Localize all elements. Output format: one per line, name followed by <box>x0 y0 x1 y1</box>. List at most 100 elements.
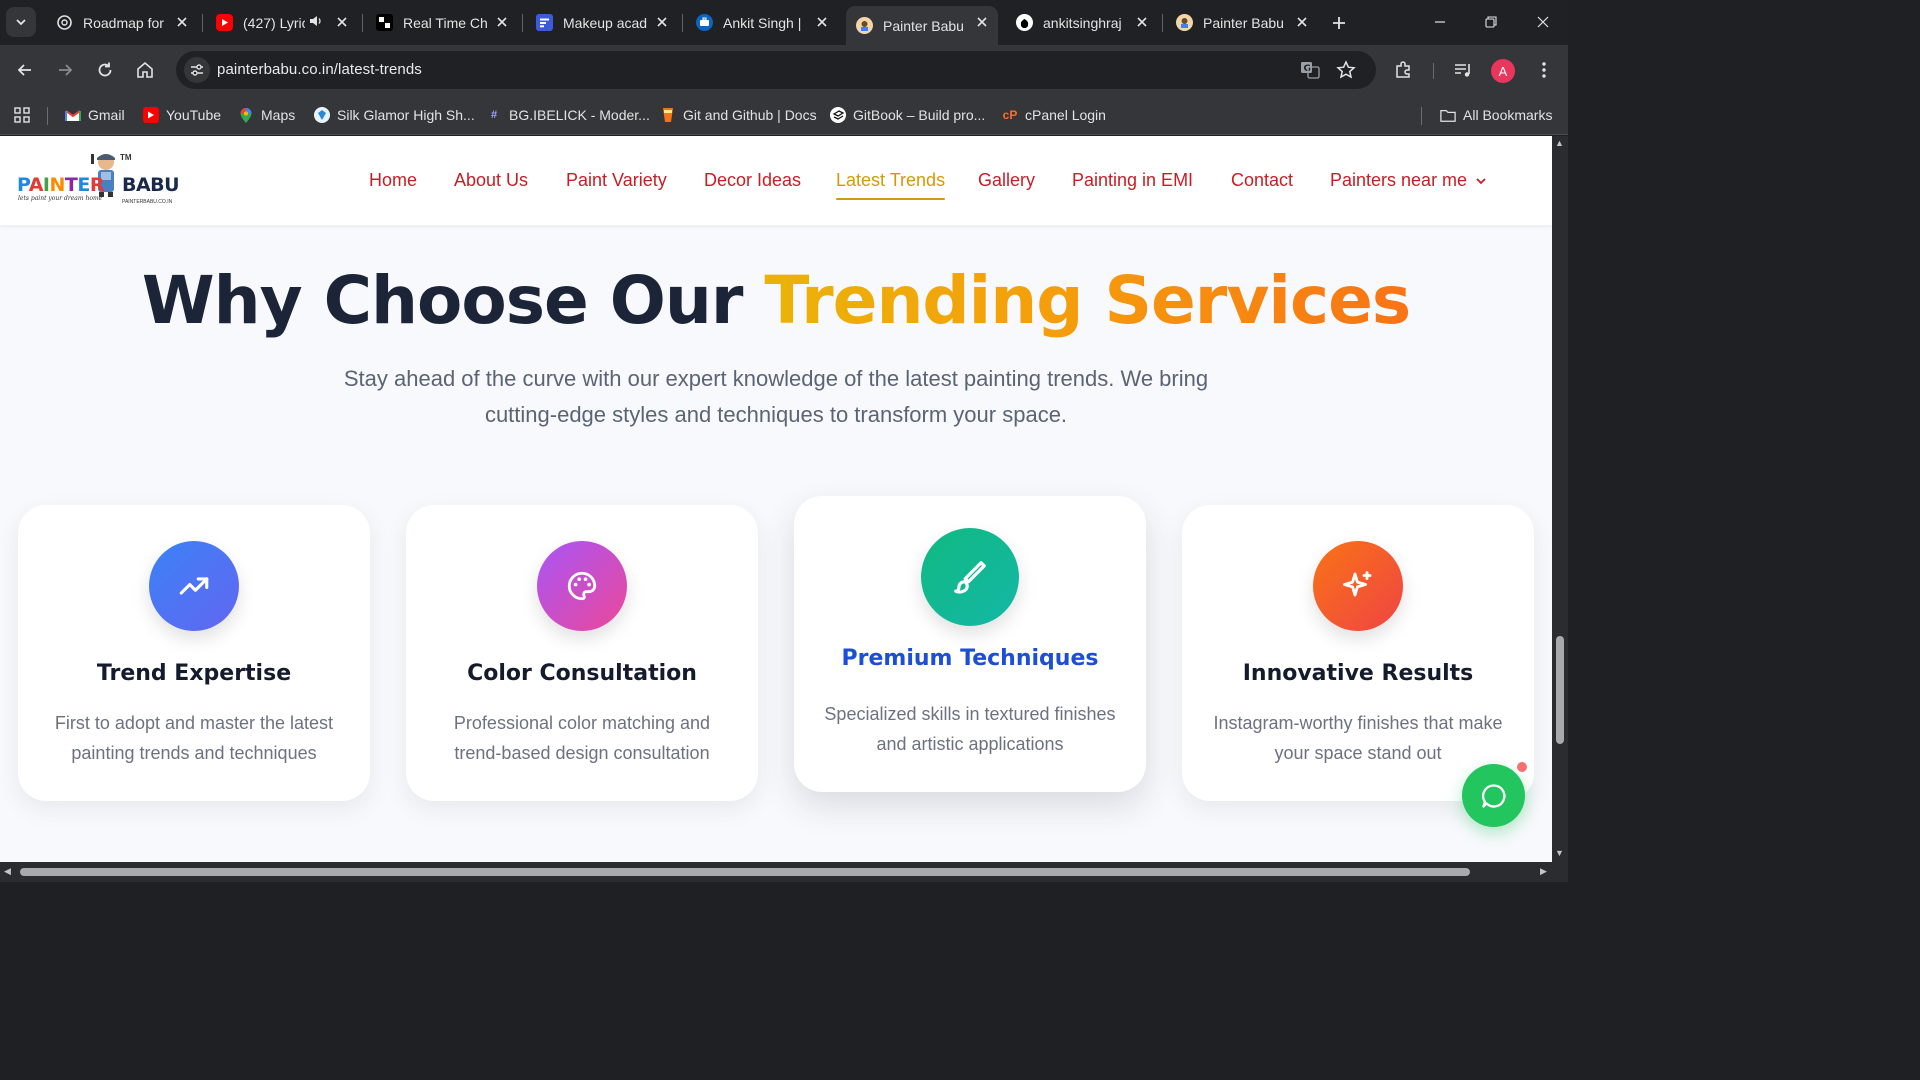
card-title: Premium Techniques <box>841 646 1099 671</box>
tab-ankit[interactable]: Ankit Singh | <box>686 6 838 39</box>
close-icon[interactable] <box>654 14 670 30</box>
vertical-scroll-thumb[interactable] <box>1556 636 1564 744</box>
new-tab-button[interactable] <box>1326 10 1352 36</box>
bookmark-gmail[interactable]: Gmail <box>65 104 125 126</box>
site-info-button[interactable] <box>184 57 210 83</box>
tab-youtube[interactable]: (427) Lyric <box>206 6 358 39</box>
tab-roadmap[interactable]: Roadmap for <box>46 6 198 39</box>
browser-toolbar: painterbabu.co.in/latest-trends G A <box>0 45 1568 95</box>
tab-painterbabu-active[interactable]: Painter Babu <box>846 6 998 45</box>
nav-latest-trends[interactable]: Latest Trends <box>836 170 946 200</box>
close-icon[interactable] <box>494 14 510 30</box>
tab-makeup[interactable]: Makeup acad <box>526 6 678 39</box>
speaker-icon[interactable] <box>309 14 323 31</box>
close-window-button[interactable] <box>1523 8 1563 36</box>
close-icon <box>1537 16 1549 28</box>
close-icon[interactable] <box>974 14 990 30</box>
section-title: Why Choose Our Trending Services <box>0 262 1552 339</box>
arrow-right-icon <box>59 64 73 76</box>
horizontal-scrollbar[interactable]: ◀ ▶ <box>0 862 1568 882</box>
close-icon[interactable] <box>1134 14 1150 30</box>
bookmark-maps[interactable]: Maps <box>238 104 295 126</box>
bookmark-git-github[interactable]: Git and Github | Docs <box>660 104 817 126</box>
trending-up-icon <box>149 541 239 631</box>
scroll-up-icon[interactable]: ▲ <box>1555 138 1564 148</box>
translate-icon[interactable]: G <box>1300 60 1320 80</box>
extensions-button[interactable] <box>1389 56 1417 84</box>
apps-grid-icon <box>14 107 30 123</box>
folder-icon <box>1440 107 1456 123</box>
svg-text:G: G <box>1304 64 1311 74</box>
nav-decor-ideas[interactable]: Decor Ideas <box>704 170 801 191</box>
vertical-scrollbar[interactable]: ▲ ▼ <box>1552 136 1568 862</box>
card-description: Professional color matching and trend-ba… <box>453 713 711 763</box>
bookmark-gitbook[interactable]: GitBook – Build pro... <box>830 104 985 126</box>
painterbabu-logo[interactable]: TM PAINTER BABU lets paint your dream ho… <box>14 150 180 212</box>
feature-card-premium-techniques[interactable]: Premium Techniques Specialized skills in… <box>794 496 1146 792</box>
scroll-right-icon[interactable]: ▶ <box>1540 866 1547 877</box>
forms-icon <box>536 14 553 31</box>
bookmark-youtube[interactable]: YouTube <box>143 104 221 126</box>
minimize-button[interactable] <box>1420 8 1460 36</box>
close-icon[interactable] <box>1294 14 1310 30</box>
tab-github[interactable]: ankitsinghraj <box>1006 6 1158 39</box>
tab-divider <box>362 14 363 32</box>
bookmark-label: Git and Github | Docs <box>683 107 817 123</box>
tab-title: Painter Babu <box>1203 14 1284 31</box>
chat-button[interactable] <box>1462 764 1525 827</box>
tab-title: Ankit Singh | <box>723 14 802 31</box>
tab-title: ankitsinghraj <box>1043 14 1122 31</box>
nav-about-us[interactable]: About Us <box>454 170 528 191</box>
address-bar[interactable]: painterbabu.co.in/latest-trends G <box>176 51 1376 89</box>
close-icon[interactable] <box>814 14 830 30</box>
arrow-left-icon <box>17 64 31 76</box>
reload-icon <box>98 62 112 77</box>
media-control-button[interactable] <box>1449 56 1477 84</box>
nav-painters-near-me-label: Painters near me <box>1330 170 1468 190</box>
nav-gallery[interactable]: Gallery <box>978 170 1035 191</box>
maps-icon <box>238 107 254 123</box>
tune-icon <box>191 64 203 76</box>
scroll-left-icon[interactable]: ◀ <box>4 866 11 877</box>
tab-strip: Roadmap for (427) Lyric Real Time Ch Mak… <box>0 0 1568 45</box>
logo-tagline: lets paint your dream home <box>18 195 103 202</box>
bookmark-silk-glamor[interactable]: Silk Glamor High Sh... <box>314 104 475 126</box>
close-icon[interactable] <box>174 14 190 30</box>
profile-avatar[interactable]: A <box>1491 59 1515 83</box>
forward-button[interactable] <box>49 54 81 86</box>
card-title: Trend Expertise <box>96 661 292 686</box>
restore-button[interactable] <box>1471 8 1511 36</box>
all-bookmarks-button[interactable]: All Bookmarks <box>1440 104 1552 126</box>
menu-button[interactable] <box>1530 56 1558 84</box>
silk-icon <box>314 107 330 123</box>
horizontal-scroll-thumb[interactable] <box>20 868 1470 876</box>
tab-realtime[interactable]: Real Time Ch <box>366 6 518 39</box>
home-button[interactable] <box>129 54 161 86</box>
nav-contact[interactable]: Contact <box>1231 170 1293 191</box>
git-icon <box>660 107 676 123</box>
bookmark-bg-ibelick[interactable]: # BG.IBELICK - Moder... <box>486 104 650 126</box>
tab-painterbabu[interactable]: Painter Babu <box>1166 6 1318 39</box>
apps-button[interactable] <box>13 104 31 126</box>
feature-card-innovative-results: Innovative Results Instagram-worthy fini… <box>1182 505 1534 801</box>
nav-paint-variety[interactable]: Paint Variety <box>566 170 667 191</box>
close-icon[interactable] <box>334 14 350 30</box>
card-description: Instagram-worthy finishes that make your… <box>1213 713 1503 763</box>
reload-button[interactable] <box>89 54 121 86</box>
star-icon[interactable] <box>1336 60 1356 80</box>
youtube-icon <box>143 107 159 123</box>
hash-icon: # <box>490 109 498 121</box>
nav-painting-in-emi[interactable]: Painting in EMI <box>1072 170 1193 191</box>
gitbook-icon <box>830 107 846 123</box>
tab-title: Real Time Ch <box>403 14 488 31</box>
nav-painters-near-me[interactable]: Painters near me <box>1330 170 1487 191</box>
url-text[interactable]: painterbabu.co.in/latest-trends <box>217 61 422 78</box>
scroll-down-icon[interactable]: ▼ <box>1555 848 1564 858</box>
back-button[interactable] <box>9 54 41 86</box>
nav-home[interactable]: Home <box>369 170 417 191</box>
tab-search-button[interactable] <box>6 7 36 37</box>
bookmark-cpanel[interactable]: cP cPanel Login <box>1002 104 1106 126</box>
palette-icon <box>537 541 627 631</box>
all-bookmarks-label: All Bookmarks <box>1463 107 1553 123</box>
bookmarks-divider <box>1421 107 1422 125</box>
